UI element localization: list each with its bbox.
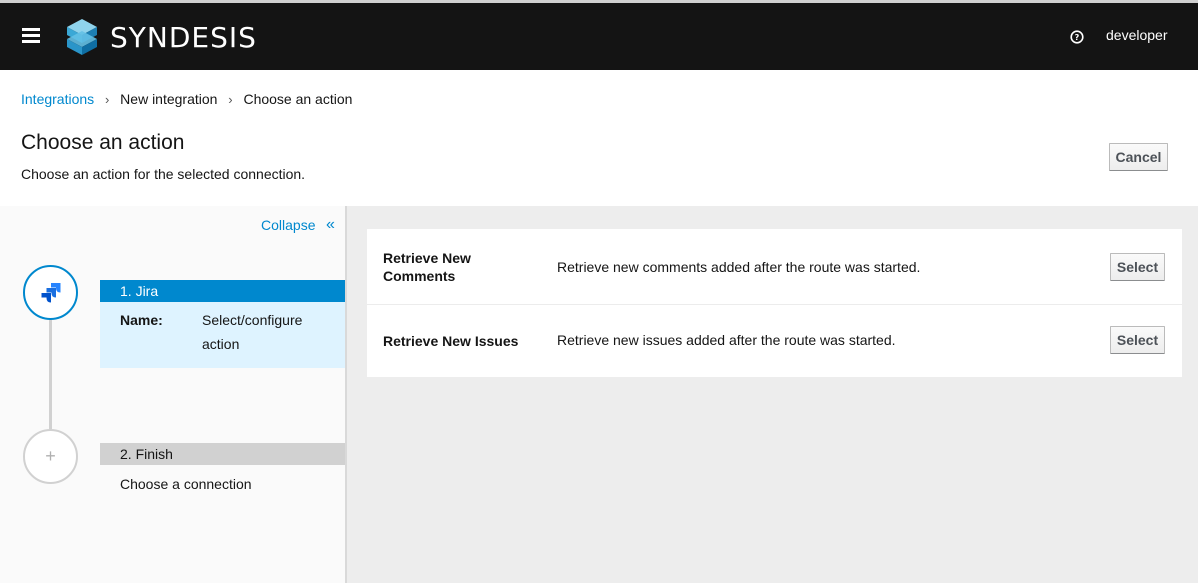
step-name-value: Select/configure action (202, 312, 303, 352)
breadcrumb: Integrations › New integration › Choose … (21, 91, 352, 107)
step-2-title[interactable]: 2. Finish (100, 443, 345, 465)
user-menu[interactable]: developer (1106, 27, 1168, 43)
breadcrumb-new-integration: New integration (120, 91, 218, 107)
step-2-description: Choose a connection (120, 476, 252, 492)
breadcrumb-current: Choose an action (243, 91, 353, 107)
collapse-link[interactable]: Collapse (261, 217, 315, 233)
add-step-plus-icon[interactable]: + (23, 429, 78, 484)
action-description: Retrieve new comments added after the ro… (557, 259, 921, 275)
question-circle-icon[interactable]: ? (1070, 30, 1084, 44)
integration-steps-panel: Collapse « 1. Jira Name: Select/configur… (0, 206, 345, 583)
masthead: SYNDESIS ? developer (0, 3, 1198, 70)
step-1-circle[interactable] (23, 265, 78, 320)
page-subtitle: Choose an action for the selected connec… (21, 166, 306, 182)
svg-text:?: ? (1075, 33, 1080, 42)
step-connector-line (49, 318, 52, 429)
jira-icon (41, 283, 61, 303)
double-chevron-left-icon[interactable]: « (326, 216, 335, 234)
chevron-right-icon: › (228, 91, 233, 107)
brand-name: SYNDESIS (110, 21, 257, 54)
page-title: Choose an action (21, 131, 185, 154)
select-retrieve-new-issues-button[interactable]: Select (1110, 326, 1165, 354)
select-retrieve-new-comments-button[interactable]: Select (1110, 253, 1165, 281)
step-1-details: Name: Select/configure action (100, 302, 345, 368)
action-name: Retrieve New Comments (383, 250, 471, 284)
step-name-label: Name: (120, 312, 163, 328)
action-description: Retrieve new issues added after the rout… (557, 332, 896, 348)
syndesis-logo-icon (67, 19, 97, 55)
breadcrumb-integrations-link[interactable]: Integrations (21, 91, 94, 107)
hamburger-icon[interactable] (22, 28, 40, 44)
action-name: Retrieve New Issues (383, 333, 519, 349)
action-list: Retrieve New Comments Retrieve new comme… (367, 229, 1182, 377)
list-item: Retrieve New Comments Retrieve new comme… (367, 229, 1182, 305)
cancel-button[interactable]: Cancel (1109, 143, 1168, 171)
list-item: Retrieve New Issues Retrieve new issues … (367, 305, 1182, 377)
step-1-title[interactable]: 1. Jira (100, 280, 345, 302)
chevron-right-icon: › (105, 91, 110, 107)
action-selection-panel: Retrieve New Comments Retrieve new comme… (345, 206, 1198, 583)
